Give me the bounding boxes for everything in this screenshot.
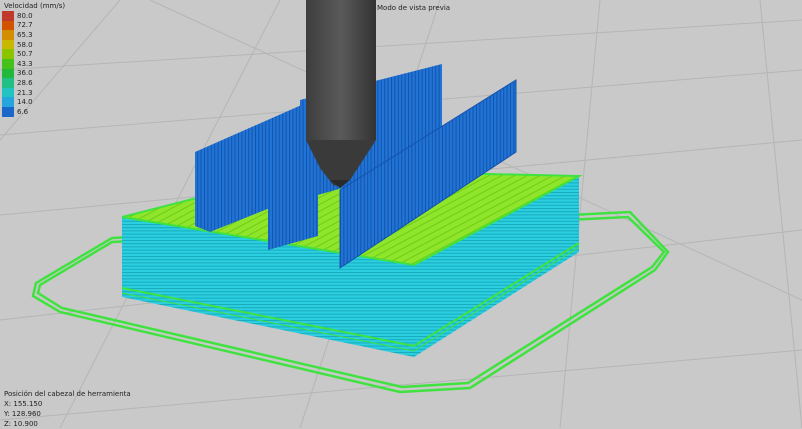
legend-swatch: [2, 97, 14, 107]
toolhead-y: Y: 128.960: [4, 410, 41, 418]
legend-item: 65.3: [2, 30, 65, 40]
legend-swatch: [2, 78, 14, 88]
legend-swatch: [2, 11, 14, 21]
toolhead-position-title: Posición del cabezal de herramienta: [4, 390, 131, 398]
legend-title: Velocidad (mm/s): [4, 2, 66, 10]
legend-swatch: [2, 106, 14, 117]
legend-item: 50.7: [2, 49, 65, 59]
toolhead-x: X: 155.150: [4, 400, 43, 408]
legend-item: 72.7: [2, 20, 65, 31]
legend-item: 28.6: [2, 78, 65, 88]
legend-item: 36.0: [2, 68, 65, 79]
legend-item: 6.6: [2, 106, 65, 117]
legend-item: 14.0: [2, 97, 65, 107]
legend-swatch: [2, 68, 14, 79]
toolhead-position: Posición del cabezal de herramienta X: 1…: [4, 389, 131, 429]
legend-swatch: [2, 39, 14, 50]
legend-swatch: [2, 58, 14, 69]
speed-legend: Velocidad (mm/s) 80.0 72.7 65.3 58.0 50.…: [2, 2, 65, 117]
legend-swatch: [2, 49, 14, 59]
legend-swatch: [2, 87, 14, 98]
view-mode-label: Modo de vista previa: [377, 4, 451, 12]
legend-item: 43.3: [2, 58, 65, 69]
preview-viewport[interactable]: [0, 0, 802, 428]
legend-swatch: [2, 20, 14, 31]
legend-item: 80.0: [2, 11, 65, 21]
legend-item: 21.3: [2, 87, 65, 98]
legend-item: 58.0: [2, 39, 65, 50]
legend-swatch: [2, 30, 14, 40]
